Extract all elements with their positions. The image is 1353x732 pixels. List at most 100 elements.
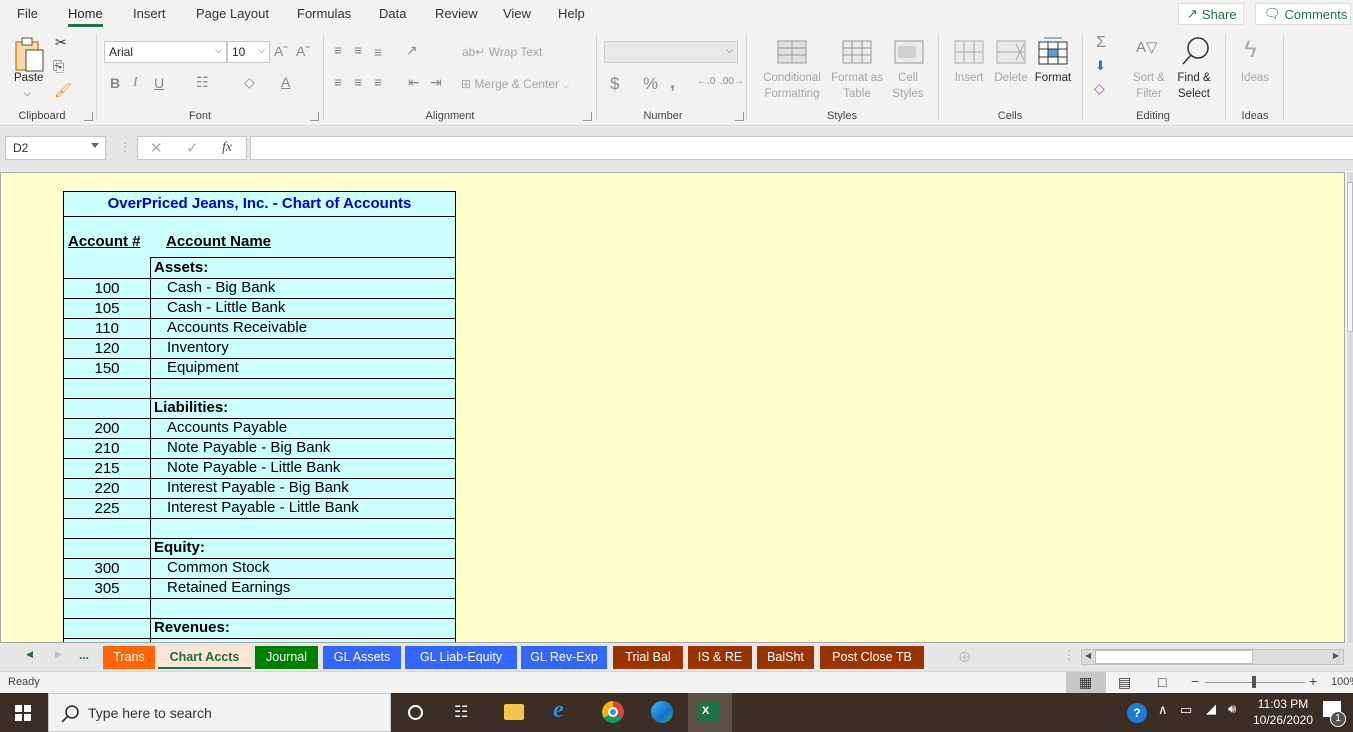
copy-icon[interactable]: ⎘: [53, 58, 64, 75]
edge-icon[interactable]: [651, 701, 673, 723]
comma-style-icon[interactable]: ,: [670, 72, 675, 93]
alignment-launcher[interactable]: [583, 112, 592, 121]
account-number-cell[interactable]: 220: [64, 479, 150, 498]
cut-icon[interactable]: ✂: [55, 34, 67, 51]
orientation-icon[interactable]: ↗: [406, 42, 418, 59]
task-view-icon[interactable]: ☷: [454, 702, 468, 722]
formula-input[interactable]: [250, 136, 1353, 160]
vertical-scrollbar[interactable]: [1347, 172, 1353, 643]
table-row[interactable]: 300 Common Stock: [64, 558, 455, 578]
decrease-font-icon[interactable]: Aˇ: [296, 43, 310, 59]
sheet-tab-post-close-tb[interactable]: Post Close TB: [820, 646, 924, 669]
account-number-cell[interactable]: 120: [64, 339, 150, 358]
zoom-slider-thumb[interactable]: [1252, 676, 1256, 688]
worksheet[interactable]: OverPriced Jeans, Inc. - Chart of Accoun…: [0, 172, 1345, 643]
cancel-icon[interactable]: ✕: [150, 139, 163, 157]
tab-file[interactable]: File: [17, 6, 38, 21]
table-row[interactable]: 100 Cash - Big Bank: [64, 278, 455, 298]
percent-icon[interactable]: %: [643, 74, 658, 94]
delete-cells-button[interactable]: Delete: [992, 34, 1030, 102]
tab-help[interactable]: Help: [558, 6, 585, 21]
account-name-cell[interactable]: Note Payable - Big Bank: [150, 438, 455, 458]
account-name-cell[interactable]: Common Stock: [150, 558, 455, 578]
table-row[interactable]: 305 Retained Earnings: [64, 578, 455, 598]
clipboard-launcher[interactable]: [84, 112, 93, 121]
more-tabs-button[interactable]: ...: [79, 648, 89, 662]
align-left-icon[interactable]: ≡: [334, 74, 342, 90]
page-layout-view-icon[interactable]: ▤: [1118, 674, 1131, 691]
account-name-cell[interactable]: Accounts Payable: [150, 418, 455, 438]
drag-handle-icon[interactable]: ⋮: [119, 140, 131, 154]
sheet-tab-is-re[interactable]: IS & RE: [688, 646, 752, 669]
clear-icon[interactable]: ◇: [1094, 80, 1105, 97]
tab-home[interactable]: Home: [68, 6, 103, 27]
merge-center-button[interactable]: ⊞ Merge & Center ⌵: [461, 77, 569, 91]
conditional-formatting-button[interactable]: Conditional Formatting: [760, 34, 824, 102]
paste-button[interactable]: [14, 36, 46, 72]
format-as-table-button[interactable]: Format as Table: [828, 34, 886, 102]
borders-icon[interactable]: ☷: [196, 74, 209, 91]
cortana-icon[interactable]: [408, 705, 423, 720]
section-heading-cell[interactable]: Revenues:: [150, 618, 455, 638]
tab-data[interactable]: Data: [379, 6, 406, 21]
section-heading-cell[interactable]: Assets:: [150, 257, 455, 278]
insert-function-icon[interactable]: fx: [222, 140, 232, 156]
account-name-cell[interactable]: [150, 518, 455, 538]
account-name-cell[interactable]: Inventory: [150, 338, 455, 358]
tab-splitter-icon[interactable]: ⋮: [1063, 648, 1075, 662]
account-number-cell[interactable]: 215: [64, 459, 150, 478]
horizontal-scrollbar[interactable]: ◀ ▶: [1081, 649, 1344, 665]
table-row[interactable]: 150 Equipment: [64, 358, 455, 378]
table-row[interactable]: [64, 378, 455, 398]
account-name-cell[interactable]: Interest Payable - Big Bank: [150, 478, 455, 498]
scroll-right-icon[interactable]: ▶: [1333, 651, 1339, 660]
wrap-text-button[interactable]: ab↵ Wrap Text: [462, 45, 542, 59]
sheet-tab-journal[interactable]: Journal: [255, 646, 318, 669]
account-name-cell[interactable]: Accounts Receivable: [150, 318, 455, 338]
fill-icon[interactable]: ⬇: [1095, 58, 1106, 74]
battery-icon[interactable]: ▭: [1180, 702, 1192, 718]
horizontal-scroll-thumb[interactable]: [1095, 650, 1253, 664]
section-row[interactable]: Revenues:: [64, 618, 455, 638]
account-number-cell[interactable]: 150: [64, 359, 150, 378]
internet-explorer-icon[interactable]: e: [553, 697, 564, 724]
windows-start-button[interactable]: [15, 705, 31, 724]
comments-button[interactable]: 🗨︎ Comments: [1255, 3, 1351, 25]
zoom-in-button[interactable]: +: [1309, 673, 1317, 689]
chrome-icon[interactable]: [602, 701, 624, 723]
table-row[interactable]: 120 Inventory: [64, 338, 455, 358]
zoom-out-button[interactable]: −: [1191, 673, 1199, 689]
sheet-tab-chart-accts[interactable]: Chart Accts: [158, 646, 251, 669]
section-row[interactable]: Liabilities:: [64, 398, 455, 418]
tab-page-layout[interactable]: Page Layout: [196, 6, 269, 21]
sheet-tab-trans[interactable]: Trans: [103, 646, 155, 669]
align-right-icon[interactable]: ≡: [374, 74, 382, 90]
table-row[interactable]: 105 Cash - Little Bank: [64, 298, 455, 318]
section-heading-cell[interactable]: Equity:: [150, 538, 455, 558]
align-top-icon[interactable]: ≡: [334, 42, 342, 58]
sheet-tab-gl-assets[interactable]: GL Assets: [323, 646, 401, 669]
tab-formulas[interactable]: Formulas: [297, 6, 351, 21]
table-row[interactable]: [64, 518, 455, 538]
enter-icon[interactable]: ✓: [186, 139, 199, 157]
font-name-combo[interactable]: Arial ⌵: [104, 41, 227, 63]
sort-filter-button[interactable]: A▽ Sort & Filter: [1130, 34, 1168, 102]
account-name-cell[interactable]: Cash - Little Bank: [150, 298, 455, 318]
table-row[interactable]: 215 Note Payable - Little Bank: [64, 458, 455, 478]
font-launcher[interactable]: [310, 112, 319, 121]
underline-icon[interactable]: U: [154, 75, 164, 91]
cell-styles-button[interactable]: Cell Styles: [886, 34, 930, 102]
table-row[interactable]: 220 Interest Payable - Big Bank: [64, 478, 455, 498]
account-number-cell[interactable]: 100: [64, 279, 150, 298]
tab-view[interactable]: View: [503, 6, 531, 21]
table-row[interactable]: 225 Interest Payable - Little Bank: [64, 498, 455, 518]
find-select-button[interactable]: Find & Select: [1172, 34, 1216, 102]
name-box[interactable]: D2: [5, 136, 106, 160]
clock[interactable]: 11:03 PM 10/26/2020: [1250, 696, 1316, 728]
section-heading-cell[interactable]: Liabilities:: [150, 398, 455, 418]
account-number-cell[interactable]: 210: [64, 439, 150, 458]
increase-font-icon[interactable]: Aˆ: [274, 43, 288, 59]
fill-color-icon[interactable]: ◇: [244, 74, 255, 91]
account-number-cell[interactable]: 300: [64, 559, 150, 578]
account-number-cell[interactable]: 105: [64, 299, 150, 318]
